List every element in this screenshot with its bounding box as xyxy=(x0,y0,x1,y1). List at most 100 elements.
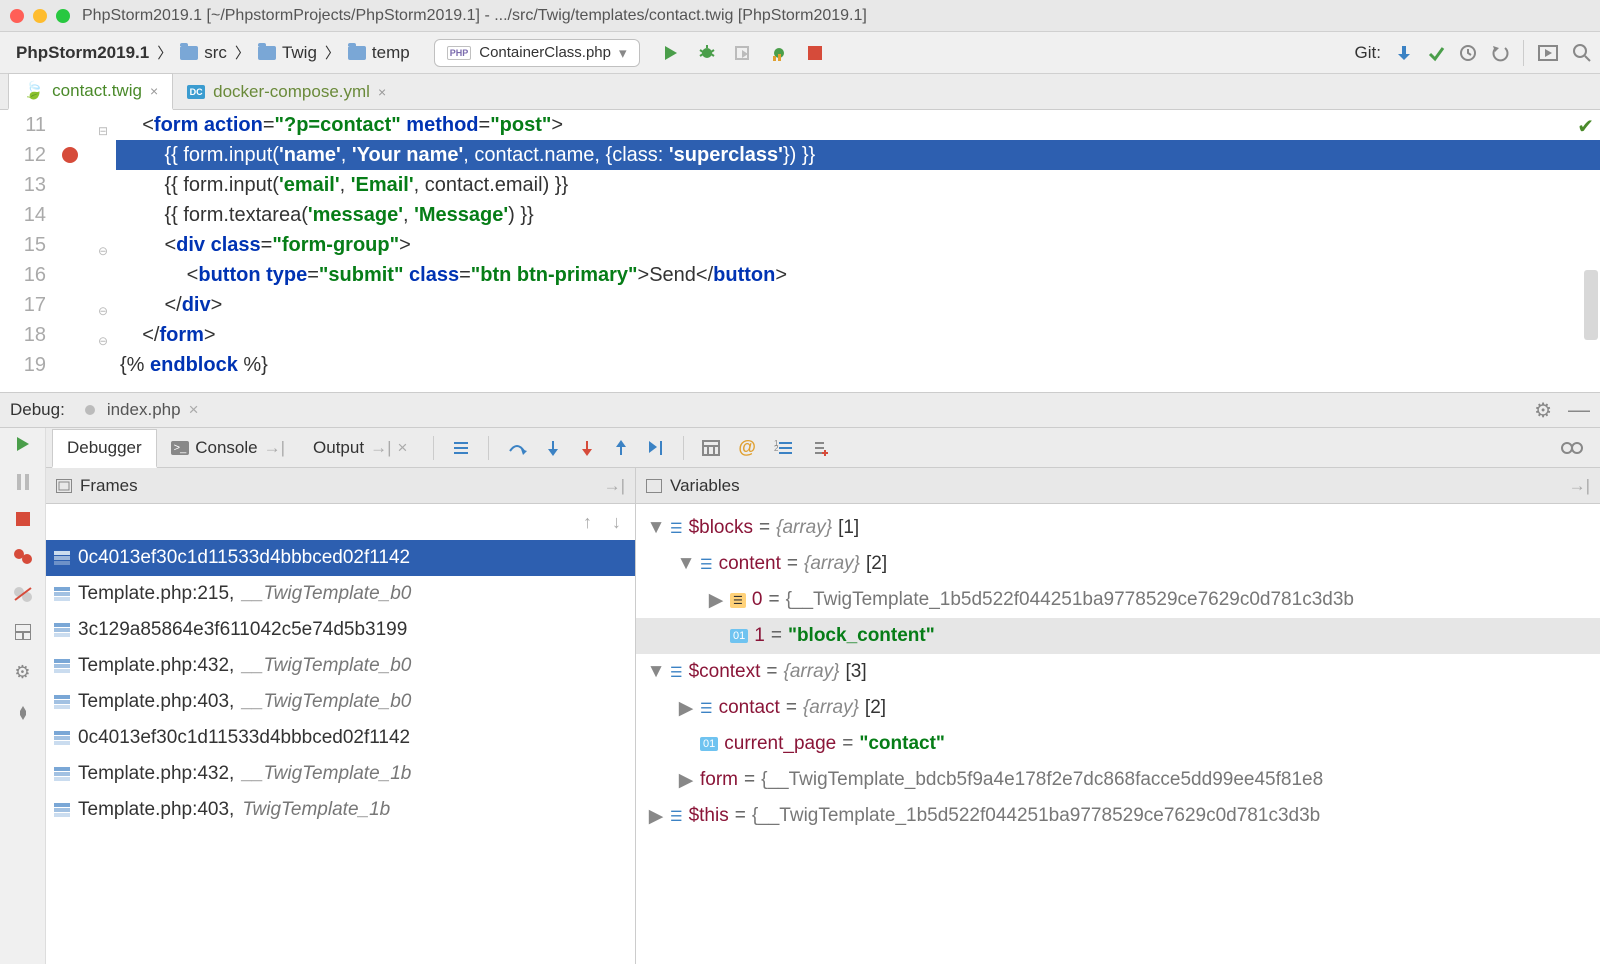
force-step-into-button[interactable] xyxy=(579,439,595,457)
frame-row[interactable]: Template.php:215, __TwigTemplate_b0 xyxy=(46,576,635,612)
breadcrumb-item[interactable]: Twig xyxy=(250,39,325,67)
commit-button[interactable] xyxy=(1427,44,1445,62)
stop-button[interactable] xyxy=(804,42,826,64)
variables-tree[interactable]: ▼☰ $blocks = {array} [1]▼☰ content = {ar… xyxy=(636,504,1600,964)
variable-row[interactable]: ▶☰ contact = {array} [2] xyxy=(636,690,1600,726)
code-line[interactable]: {{ form.input('email', 'Email', contact.… xyxy=(116,170,1600,200)
coverage-button[interactable] xyxy=(732,42,754,64)
profile-button[interactable] xyxy=(768,42,790,64)
code-line[interactable]: <div class="form-group"> xyxy=(116,230,1600,260)
show-execution-point-button[interactable] xyxy=(452,440,470,456)
vars-menu-icon[interactable]: →| xyxy=(1569,476,1590,496)
tree-expand-icon[interactable]: ▶ xyxy=(648,805,664,828)
close-icon[interactable]: × xyxy=(397,438,407,458)
update-project-button[interactable] xyxy=(1395,44,1413,62)
step-into-button[interactable] xyxy=(545,439,561,457)
folding-gutter[interactable]: ⊟⊖⊖⊖ xyxy=(96,110,116,392)
frame-row[interactable]: 0c4013ef30c1d11533d4bbbced02f1142 xyxy=(46,540,635,576)
fold-toggle-icon[interactable]: ⊖ xyxy=(98,236,108,266)
mute-breakpoints-button[interactable] xyxy=(13,586,33,602)
close-icon[interactable]: × xyxy=(189,400,199,420)
step-over-button[interactable] xyxy=(507,439,527,457)
tree-expand-icon[interactable]: ▶ xyxy=(708,589,724,612)
variable-row[interactable]: ▶ form = {__TwigTemplate_bdcb5f9a4e178f2… xyxy=(636,762,1600,798)
variable-row[interactable]: ▼☰ $blocks = {array} [1] xyxy=(636,510,1600,546)
select-run-target-button[interactable] xyxy=(1538,45,1558,61)
view-breakpoints-button[interactable] xyxy=(13,548,33,564)
frame-row[interactable]: 3c129a85864e3f611042c5e74d5b3199 xyxy=(46,612,635,648)
variable-row[interactable]: ▶☰ 0 = {__TwigTemplate_1b5d522f044251ba9… xyxy=(636,582,1600,618)
code-line[interactable]: {% endblock %} xyxy=(116,350,1600,380)
tree-expand-icon[interactable]: ▼ xyxy=(678,553,694,575)
pause-button[interactable] xyxy=(16,474,30,490)
watches-button[interactable]: 12 xyxy=(774,440,792,456)
zoom-window-button[interactable] xyxy=(56,9,70,23)
code-line[interactable]: {{ form.input('name', 'Your name', conta… xyxy=(116,140,1600,170)
breakpoint-icon[interactable] xyxy=(62,147,78,163)
code-line[interactable]: </div> xyxy=(116,290,1600,320)
close-window-button[interactable] xyxy=(10,9,24,23)
frame-row[interactable]: Template.php:403, TwigTemplate_1b xyxy=(46,792,635,828)
debug-settings-button[interactable]: ⚙ xyxy=(14,662,30,683)
tree-expand-icon[interactable]: ▶ xyxy=(678,769,694,792)
fold-toggle-icon[interactable]: ⊖ xyxy=(98,296,108,326)
watches-toggle-icon[interactable] xyxy=(1560,441,1584,455)
run-button[interactable] xyxy=(660,42,682,64)
frame-row[interactable]: 0c4013ef30c1d11533d4bbbced02f1142 xyxy=(46,720,635,756)
run-to-cursor-button[interactable] xyxy=(647,439,665,457)
rollback-button[interactable] xyxy=(1491,44,1509,62)
debug-side-toolbar: ⚙ xyxy=(0,428,46,964)
tab-output[interactable]: Output→|× xyxy=(299,430,421,466)
history-button[interactable] xyxy=(1459,44,1477,62)
search-everywhere-button[interactable] xyxy=(1572,43,1592,63)
frame-up-button[interactable]: ↑ xyxy=(583,512,592,533)
stop-debug-button[interactable] xyxy=(16,512,30,526)
debug-button[interactable] xyxy=(696,42,718,64)
code-line[interactable]: {{ form.textarea('message', 'Message') }… xyxy=(116,200,1600,230)
breadcrumb-item[interactable]: PhpStorm2019.1 xyxy=(8,39,157,67)
code-line[interactable]: </form> xyxy=(116,320,1600,350)
settings-icon[interactable]: ⚙ xyxy=(1534,398,1552,423)
trace-button[interactable]: @ xyxy=(738,437,756,458)
variable-row[interactable]: 01 1 = "block_content" xyxy=(636,618,1600,654)
frame-row[interactable]: Template.php:432, __TwigTemplate_b0 xyxy=(46,648,635,684)
rerun-button[interactable] xyxy=(15,436,31,452)
frame-row[interactable]: Template.php:432, __TwigTemplate_1b xyxy=(46,756,635,792)
step-out-button[interactable] xyxy=(613,439,629,457)
breadcrumb-item[interactable]: src xyxy=(172,39,235,67)
variable-row[interactable]: ▼☰ content = {array} [2] xyxy=(636,546,1600,582)
add-watch-button[interactable] xyxy=(810,440,828,456)
fold-toggle-icon[interactable]: ⊖ xyxy=(98,326,108,356)
frame-row[interactable]: Template.php:403, __TwigTemplate_b0 xyxy=(46,684,635,720)
fold-toggle-icon[interactable]: ⊟ xyxy=(98,116,108,146)
frame-down-button[interactable]: ↓ xyxy=(612,512,621,533)
code-line[interactable]: <form action="?p=contact" method="post"> xyxy=(116,110,1600,140)
variable-row[interactable]: ▼☰ $context = {array} [3] xyxy=(636,654,1600,690)
layout-button[interactable] xyxy=(15,624,31,640)
pin-button[interactable] xyxy=(15,705,31,721)
close-icon[interactable]: × xyxy=(150,83,158,99)
minimize-window-button[interactable] xyxy=(33,9,47,23)
code-line[interactable]: <button type="submit" class="btn btn-pri… xyxy=(116,260,1600,290)
frames-menu-icon[interactable]: →| xyxy=(604,476,625,496)
tree-expand-icon[interactable]: ▶ xyxy=(678,697,694,720)
editor-tab[interactable]: DCdocker-compose.yml× xyxy=(173,75,400,109)
code-editor[interactable]: 111213141516171819 ⊟⊖⊖⊖ <form action="?p… xyxy=(0,110,1600,392)
minimize-toolwindow-button[interactable]: — xyxy=(1568,397,1590,423)
tree-expand-icon[interactable]: ▼ xyxy=(648,517,664,539)
run-configuration-selector[interactable]: PHP ContainerClass.php ▾ xyxy=(434,39,640,67)
close-icon[interactable]: × xyxy=(378,84,386,100)
variable-row[interactable]: ▶☰ $this = {__TwigTemplate_1b5d522f04425… xyxy=(636,798,1600,834)
tree-expand-icon[interactable]: ▼ xyxy=(648,661,664,683)
evaluate-expression-button[interactable] xyxy=(702,440,720,456)
tab-console[interactable]: >_Console→| xyxy=(157,430,299,466)
editor-tab[interactable]: 🍃contact.twig× xyxy=(8,73,173,110)
tab-debugger[interactable]: Debugger xyxy=(52,429,157,468)
debug-session-tab[interactable]: index.php × xyxy=(81,400,199,420)
variable-row[interactable]: 01 current_page = "contact" xyxy=(636,726,1600,762)
editor-scrollbar[interactable] xyxy=(1584,270,1598,340)
frames-list[interactable]: 0c4013ef30c1d11533d4bbbced02f1142Templat… xyxy=(46,540,635,964)
breakpoint-gutter[interactable] xyxy=(56,110,96,392)
breadcrumb-item[interactable]: temp xyxy=(340,39,418,67)
main-toolbar: PhpStorm2019.1〉src〉Twig〉temp PHP Contain… xyxy=(0,32,1600,74)
